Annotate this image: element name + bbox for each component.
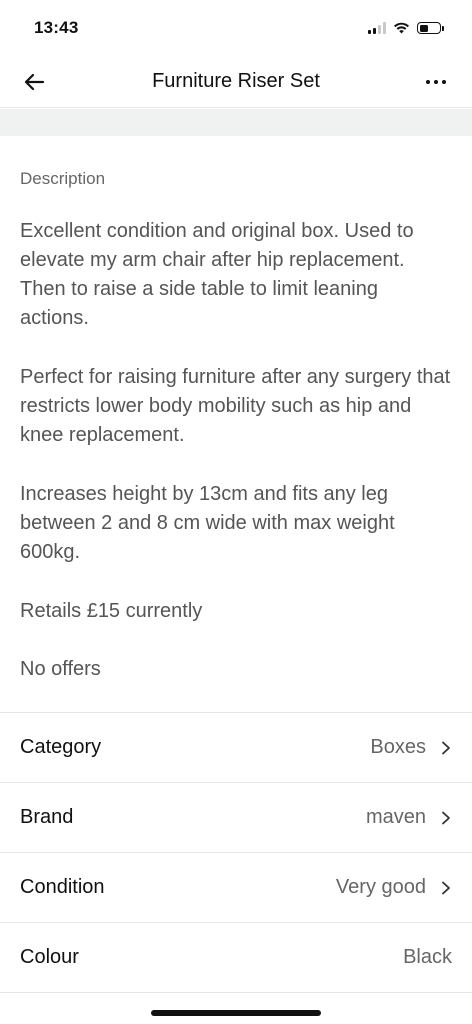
chevron-right-icon (440, 741, 452, 755)
chevron-right-icon (440, 811, 452, 825)
offers-status-text: No offers (20, 658, 101, 680)
attribute-label: Brand (20, 806, 74, 828)
back-button[interactable] (20, 68, 48, 96)
attribute-value: maven (365, 806, 426, 828)
description-paragraph: Excellent condition and original box. Us… (20, 220, 414, 329)
brand-row[interactable]: Brand maven (0, 783, 472, 853)
home-indicator[interactable] (151, 1010, 321, 1016)
attribute-value: Boxes (370, 736, 426, 758)
page-title: Furniture Riser Set (152, 70, 320, 92)
colour-row: Colour Black (0, 923, 472, 993)
item-detail-screen: 13:43 Furniture Riser Set Description Ex… (0, 0, 472, 1024)
wifi-icon (393, 22, 410, 34)
description-paragraph: Increases height by 13cm and fits any le… (20, 483, 395, 563)
attribute-list: Category Boxes Brand maven Condition Ver… (0, 712, 472, 993)
chevron-right-icon (440, 881, 452, 895)
condition-row[interactable]: Condition Very good (0, 853, 472, 923)
more-dots-icon (426, 80, 430, 84)
nav-bar: Furniture Riser Set (0, 56, 472, 108)
description-heading: Description (20, 169, 106, 188)
status-icons (368, 22, 444, 34)
description-section: Description Excellent condition and orig… (0, 136, 472, 684)
attribute-value: Black (403, 946, 452, 968)
attribute-label: Category (20, 736, 102, 758)
status-time: 13:43 (34, 18, 79, 37)
status-bar: 13:43 (0, 0, 472, 56)
section-divider-band (0, 109, 472, 136)
arrow-left-icon (24, 73, 45, 91)
signal-icon (368, 22, 386, 34)
attribute-label: Condition (20, 876, 105, 898)
attribute-label: Colour (20, 946, 79, 968)
description-paragraph: Perfect for raising furniture after any … (20, 366, 451, 446)
category-row[interactable]: Category Boxes (0, 713, 472, 783)
attribute-value: Very good (335, 876, 426, 898)
retail-price-text: Retails £15 currently (20, 600, 203, 622)
more-options-button[interactable] (418, 68, 454, 96)
battery-icon (417, 22, 444, 34)
